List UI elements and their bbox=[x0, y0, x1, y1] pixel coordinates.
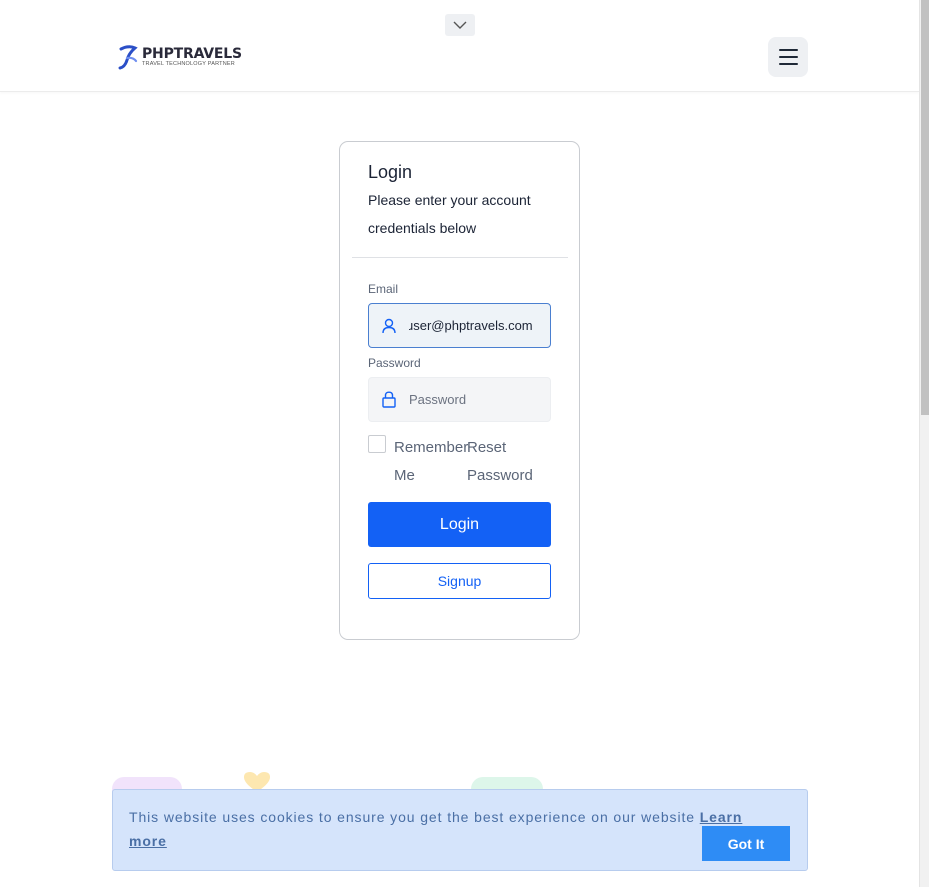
signup-button[interactable]: Signup bbox=[368, 563, 551, 599]
scrollbar-thumb[interactable] bbox=[921, 0, 929, 415]
hamburger-menu-icon bbox=[778, 49, 798, 51]
collapse-toggle[interactable] bbox=[445, 14, 475, 36]
logo-mark-icon bbox=[118, 45, 138, 70]
email-label: Email bbox=[368, 282, 399, 296]
reset-password-link[interactable]: Reset Password bbox=[467, 434, 542, 490]
password-placeholder: Password bbox=[409, 392, 467, 407]
password-label: Password bbox=[368, 356, 421, 370]
divider bbox=[352, 257, 568, 258]
brand-tagline: TRAVEL TECHNOLOGY PARTNER bbox=[142, 60, 235, 67]
login-button[interactable]: Login bbox=[368, 502, 551, 547]
menu-button[interactable] bbox=[768, 37, 808, 77]
got-it-button[interactable]: Got It bbox=[702, 826, 790, 861]
email-value: user@phptravels.com bbox=[409, 318, 533, 333]
lock-icon bbox=[369, 391, 409, 408]
site-header: PHPTRAVELS TRAVEL TECHNOLOGY PARTNER bbox=[0, 0, 919, 92]
cookie-banner: This website uses cookies to ensure you … bbox=[112, 789, 808, 871]
brand-name: PHPTRAVELS bbox=[142, 45, 242, 62]
page-scrollbar[interactable] bbox=[919, 0, 929, 887]
remember-me-label[interactable]: Remember Me bbox=[394, 434, 468, 490]
remember-me-checkbox[interactable] bbox=[368, 435, 386, 453]
login-card: Login Please enter your account credenti… bbox=[339, 141, 580, 640]
email-field[interactable]: user@phptravels.com bbox=[368, 303, 551, 348]
brand-logo[interactable]: PHPTRAVELS TRAVEL TECHNOLOGY PARTNER bbox=[118, 44, 242, 70]
user-icon bbox=[369, 318, 409, 334]
cookie-message: This website uses cookies to ensure you … bbox=[129, 809, 743, 849]
login-subtitle: Please enter your account credentials be… bbox=[368, 192, 531, 236]
login-title: Login bbox=[368, 162, 413, 182]
chevron-down-icon bbox=[453, 21, 467, 29]
password-field[interactable]: Password bbox=[368, 377, 551, 422]
